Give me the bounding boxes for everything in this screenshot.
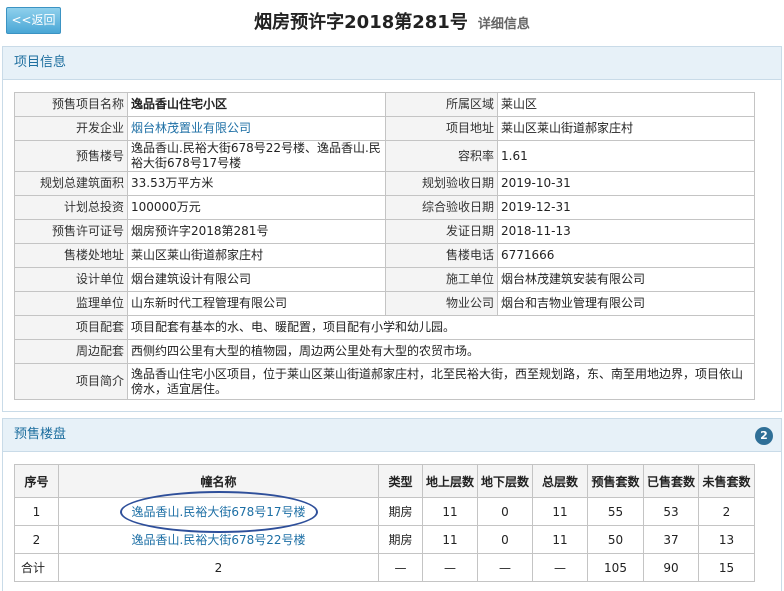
column-header: 序号	[14, 464, 59, 498]
final-accept-value: 2019-12-31	[497, 195, 755, 220]
floors-below: 0	[477, 497, 533, 526]
page-title: 烟房预许字2018第281号 详细信息	[0, 8, 784, 34]
floors-total: 11	[532, 497, 588, 526]
presale-buildings-title: 预售楼盘	[14, 427, 67, 442]
column-header: 未售套数	[698, 464, 755, 498]
field-label: 项目地址	[385, 116, 498, 141]
total-label: 合计	[14, 553, 59, 582]
field-label: 物业公司	[385, 291, 498, 316]
field-label: 发证日期	[385, 219, 498, 244]
facilities-value: 项目配套有基本的水、电、暖配置，项目配有小学和幼儿园。	[127, 315, 755, 340]
detail-subtitle: 详细信息	[477, 17, 530, 32]
column-header: 总层数	[532, 464, 588, 498]
field-label: 周边配套	[14, 339, 128, 364]
surroundings-value: 西侧约四公里有大型的植物园，周边两公里处有大型的农贸市场。	[127, 339, 755, 364]
investment-value: 100000万元	[127, 195, 386, 220]
permit-title: 烟房预许字2018第281号	[254, 12, 468, 33]
column-header: 已售套数	[643, 464, 699, 498]
floors-above: 11	[422, 525, 478, 554]
supervisor-value: 山东新时代工程管理有限公司	[127, 291, 386, 316]
total-unsold: 15	[698, 553, 755, 582]
field-label: 规划验收日期	[385, 171, 498, 196]
field-label: 预售项目名称	[14, 92, 128, 117]
address-value: 莱山区莱山街道郝家庄村	[497, 116, 755, 141]
row-index: 2	[14, 525, 59, 554]
property-value: 烟台和吉物业管理有限公司	[497, 291, 755, 316]
field-label: 施工单位	[385, 267, 498, 292]
table-row: 2 逸品香山.民裕大街678号22号楼 期房 11 0 11 50 37 13	[14, 525, 755, 554]
total-cell: —	[532, 553, 588, 582]
total-cell: —	[378, 553, 423, 582]
phone-value: 6771666	[497, 243, 755, 268]
column-header: 类型	[378, 464, 423, 498]
sold-units: 53	[643, 497, 699, 526]
column-header: 地下层数	[477, 464, 533, 498]
unsold-units: 13	[698, 525, 755, 554]
project-info-table: 预售项目名称 逸品香山住宅小区 所属区域 莱山区 开发企业 烟台林茂置业有限公司…	[14, 92, 755, 400]
field-label: 规划总建筑面积	[14, 171, 128, 196]
column-header: 地上层数	[422, 464, 478, 498]
intro-value: 逸品香山住宅小区项目，位于莱山区莱山街道郝家庄村，北至民裕大街，西至规划路，东、…	[127, 363, 755, 400]
total-row: 合计 2 — — — — 105 90 15	[14, 553, 755, 582]
column-header: 预售套数	[587, 464, 644, 498]
building-name-link[interactable]: 逸品香山.民裕大街678号17号楼	[58, 497, 379, 526]
total-cell: —	[422, 553, 478, 582]
building-type: 期房	[378, 497, 423, 526]
field-label: 所属区域	[385, 92, 498, 117]
issue-date-value: 2018-11-13	[497, 219, 755, 244]
presale-buildings-table: 序号 幢名称 类型 地上层数 地下层数 总层数 预售套数 已售套数 未售套数 1…	[14, 464, 755, 582]
table-row: 1 逸品香山.民裕大街678号17号楼 期房 11 0 11 55 53 2	[14, 497, 755, 526]
sales-office-value: 莱山区莱山街道郝家庄村	[127, 243, 386, 268]
building-count-badge: 2	[755, 427, 773, 445]
area-value: 33.53万平方米	[127, 171, 386, 196]
sold-units: 37	[643, 525, 699, 554]
building-type: 期房	[378, 525, 423, 554]
field-label: 项目配套	[14, 315, 128, 340]
builder-value: 烟台林茂建筑安装有限公司	[497, 267, 755, 292]
developer-link[interactable]: 烟台林茂置业有限公司	[127, 116, 386, 141]
unsold-units: 2	[698, 497, 755, 526]
floors-above: 11	[422, 497, 478, 526]
floors-below: 0	[477, 525, 533, 554]
building-name-link[interactable]: 逸品香山.民裕大街678号22号楼	[58, 525, 379, 554]
total-sold: 90	[643, 553, 699, 582]
presale-buildings-header: 预售楼盘 2	[3, 419, 781, 452]
field-label: 售楼处地址	[14, 243, 128, 268]
buildings-value: 逸品香山.民裕大街678号22号楼、逸品香山.民裕大街678号17号楼	[127, 140, 386, 172]
total-buildings: 2	[58, 553, 379, 582]
field-label: 设计单位	[14, 267, 128, 292]
column-header[interactable]: 幢名称	[58, 464, 379, 498]
total-presale: 105	[587, 553, 644, 582]
field-label: 开发企业	[14, 116, 128, 141]
plan-accept-value: 2019-10-31	[497, 171, 755, 196]
field-label: 项目简介	[14, 363, 128, 400]
district-value: 莱山区	[497, 92, 755, 117]
presale-units: 50	[587, 525, 644, 554]
project-info-header: 项目信息	[3, 47, 781, 80]
designer-value: 烟台建筑设计有限公司	[127, 267, 386, 292]
field-label: 综合验收日期	[385, 195, 498, 220]
row-index: 1	[14, 497, 59, 526]
project-name: 逸品香山住宅小区	[127, 92, 386, 117]
field-label: 计划总投资	[14, 195, 128, 220]
permit-value: 烟房预许字2018第281号	[127, 219, 386, 244]
field-label: 容积率	[385, 140, 498, 172]
field-label: 售楼电话	[385, 243, 498, 268]
field-label: 监理单位	[14, 291, 128, 316]
field-label: 预售楼号	[14, 140, 128, 172]
presale-units: 55	[587, 497, 644, 526]
floors-total: 11	[532, 525, 588, 554]
page-header: <<返回 烟房预许字2018第281号 详细信息	[0, 0, 784, 42]
plot-ratio-value: 1.61	[497, 140, 755, 172]
field-label: 预售许可证号	[14, 219, 128, 244]
total-cell: —	[477, 553, 533, 582]
